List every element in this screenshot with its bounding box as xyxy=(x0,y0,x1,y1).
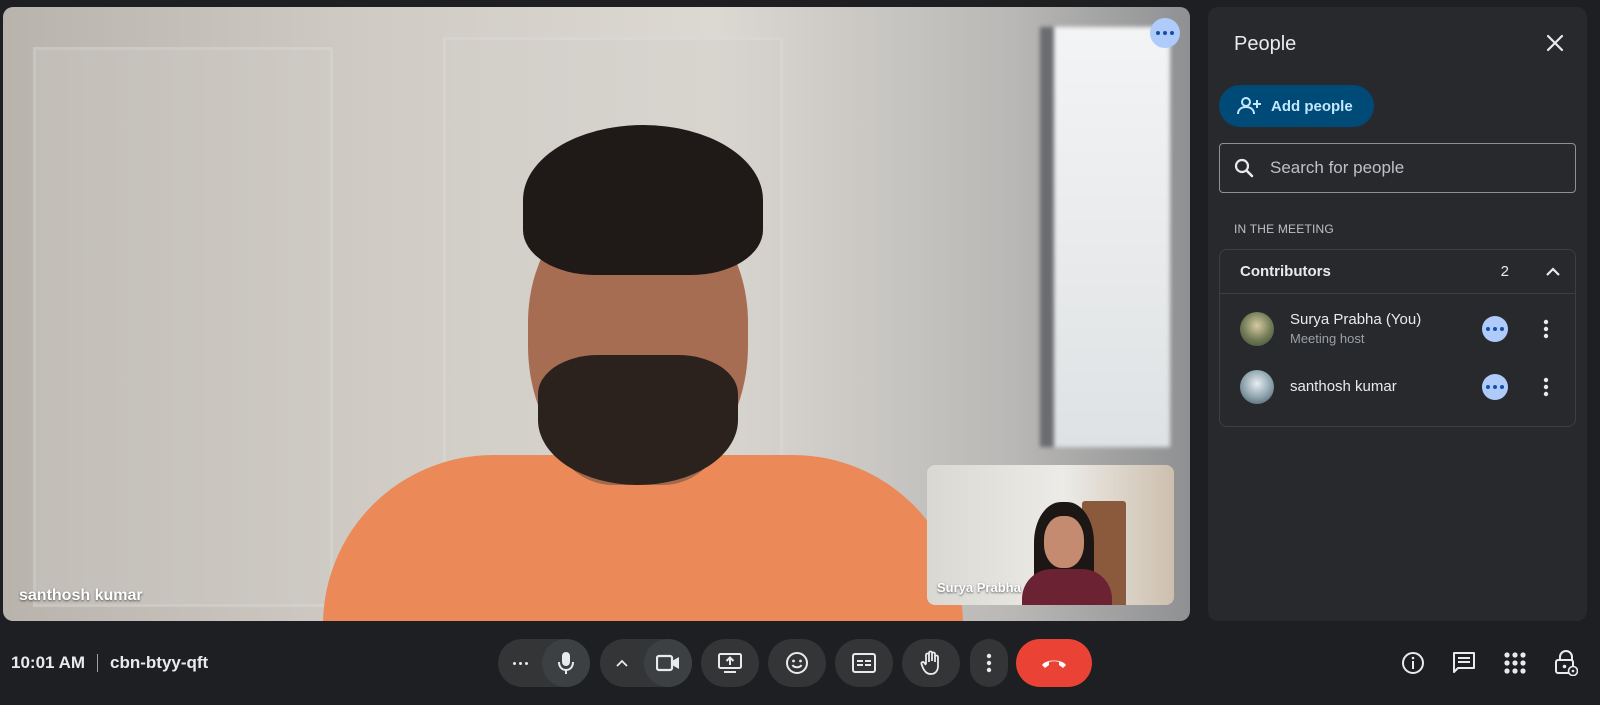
participant-video xyxy=(323,125,963,621)
host-controls-icon xyxy=(1555,650,1578,676)
member-activity-button[interactable] xyxy=(1482,316,1508,342)
add-people-button[interactable]: Add people xyxy=(1219,85,1374,127)
member-name: Surya Prabha (You) xyxy=(1290,311,1422,328)
more-options-button[interactable] xyxy=(970,639,1008,687)
member-name: santhosh kumar xyxy=(1290,378,1397,395)
bottom-control-bar: 10:01 AM cbn-btyy-qft xyxy=(0,630,1600,705)
people-panel: People Add people IN THE MEETING xyxy=(1208,7,1587,621)
divider xyxy=(97,654,99,672)
meeting-details-button[interactable] xyxy=(1395,645,1431,681)
meet-stage: santhosh kumar Surya Prabha People Add p… xyxy=(0,0,1600,705)
close-panel-button[interactable] xyxy=(1537,25,1573,61)
background-door xyxy=(33,47,333,607)
present-icon xyxy=(718,653,742,673)
raise-hand-button[interactable] xyxy=(902,639,960,687)
more-horiz-icon xyxy=(512,661,528,665)
search-people-input[interactable] xyxy=(1270,158,1550,178)
current-time: 10:01 AM xyxy=(11,653,86,672)
avatar xyxy=(1240,370,1274,404)
section-label: IN THE MEETING xyxy=(1234,222,1334,236)
background-window xyxy=(1040,27,1170,447)
self-name-label: Surya Prabha xyxy=(937,580,1021,595)
more-vert-icon xyxy=(1543,319,1549,339)
camera-control xyxy=(600,639,692,687)
camera-button[interactable] xyxy=(644,639,692,687)
participant-name-label: santhosh kumar xyxy=(19,587,143,604)
member-role: Meeting host xyxy=(1290,331,1365,346)
raise-hand-icon xyxy=(920,650,939,675)
meeting-details: 10:01 AM cbn-btyy-qft xyxy=(11,653,208,673)
panel-title: People xyxy=(1234,33,1297,55)
self-view-tile[interactable]: Surya Prabha xyxy=(927,465,1174,605)
list-item-member[interactable]: Surya Prabha (You) Meeting host xyxy=(1220,305,1577,353)
more-horiz-icon xyxy=(1486,385,1504,389)
search-people-box[interactable] xyxy=(1219,143,1576,193)
contributors-header[interactable]: Contributors 2 xyxy=(1220,250,1575,294)
member-options-button[interactable] xyxy=(1533,374,1559,400)
mic-control xyxy=(498,639,590,687)
activities-button[interactable] xyxy=(1497,645,1533,681)
videocam-icon xyxy=(656,654,679,672)
emoji-icon xyxy=(786,652,808,674)
self-video xyxy=(1022,502,1112,605)
apps-icon xyxy=(1504,652,1526,674)
captions-button[interactable] xyxy=(835,639,893,687)
member-options-button[interactable] xyxy=(1533,316,1559,342)
avatar xyxy=(1240,312,1274,346)
meeting-code: cbn-btyy-qft xyxy=(110,653,209,672)
group-label: Contributors xyxy=(1240,263,1331,280)
video-settings-button[interactable] xyxy=(600,639,644,687)
info-icon xyxy=(1402,652,1424,674)
mic-button[interactable] xyxy=(542,639,590,687)
captions-icon xyxy=(852,653,876,673)
audio-settings-button[interactable] xyxy=(498,639,542,687)
mic-icon xyxy=(558,652,574,674)
member-activity-button[interactable] xyxy=(1482,374,1508,400)
person-add-icon xyxy=(1237,97,1261,115)
more-horiz-icon xyxy=(1486,327,1504,331)
present-button[interactable] xyxy=(701,639,759,687)
tile-options-button[interactable] xyxy=(1150,18,1180,48)
host-controls-button[interactable] xyxy=(1548,645,1584,681)
more-vert-icon xyxy=(986,653,992,673)
list-item-member[interactable]: santhosh kumar xyxy=(1220,363,1577,411)
search-icon xyxy=(1234,158,1254,178)
group-count: 2 xyxy=(1500,263,1509,280)
chevron-up-icon xyxy=(616,659,628,667)
more-vert-icon xyxy=(1543,377,1549,397)
chat-button[interactable] xyxy=(1446,645,1482,681)
leave-call-button[interactable] xyxy=(1016,639,1092,687)
contributors-group: Contributors 2 Surya Prabha (You) Meetin… xyxy=(1219,249,1576,427)
chat-icon xyxy=(1453,652,1475,673)
end-call-icon xyxy=(1042,660,1066,668)
chevron-up-icon[interactable] xyxy=(1537,256,1569,288)
add-people-label: Add people xyxy=(1271,97,1353,115)
close-icon xyxy=(1546,34,1564,52)
reactions-button[interactable] xyxy=(768,639,826,687)
more-horiz-icon xyxy=(1156,31,1174,35)
